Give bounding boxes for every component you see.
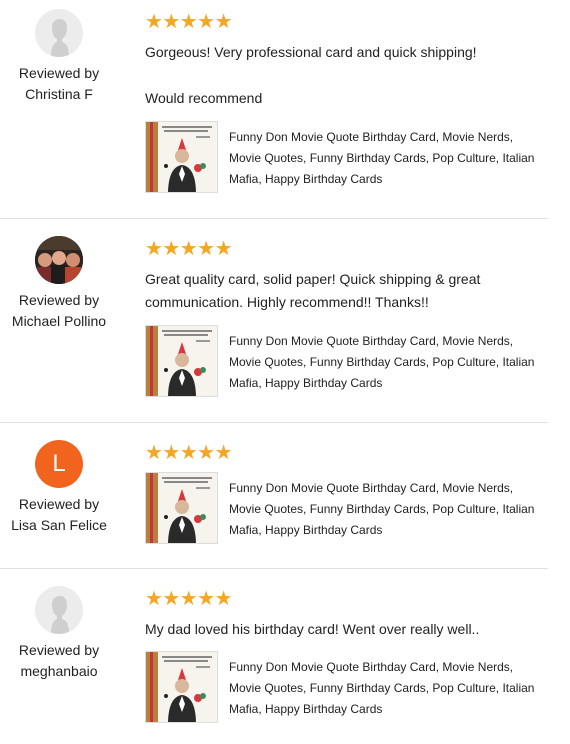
reviewer-caption: Reviewed by meghanbaio (0, 640, 118, 682)
reviewer-name[interactable]: Christina F (0, 84, 118, 105)
star-icon: ★ (145, 588, 163, 610)
review-item: Reviewed by Michael Pollino ★ ★ ★ ★ ★ Gr… (0, 219, 548, 422)
listing-title[interactable]: Funny Don Movie Quote Birthday Card, Mov… (229, 331, 547, 394)
listing-link[interactable]: Funny Don Movie Quote Birthday Card, Mov… (145, 121, 545, 193)
reviewer-caption: Reviewed by Michael Pollino (0, 290, 118, 332)
reviewed-by-label: Reviewed by (18, 496, 100, 512)
star-icon: ★ (179, 11, 198, 33)
listing-thumbnail[interactable] (145, 472, 218, 544)
star-rating: ★ ★ ★ ★ ★ (145, 442, 233, 464)
listing-thumbnail[interactable] (145, 121, 218, 193)
star-icon: ★ (162, 11, 181, 33)
star-icon: ★ (214, 238, 233, 260)
star-icon: ★ (197, 238, 216, 260)
star-rating: ★ ★ ★ ★ ★ (145, 238, 233, 260)
reviewer-name[interactable]: meghanbaio (0, 661, 118, 682)
letter-avatar[interactable]: L (35, 440, 83, 488)
review-text: Gorgeous! Very professional card and qui… (145, 44, 477, 60)
review-text: Would recommend (145, 90, 263, 106)
star-rating: ★ ★ ★ ★ ★ (145, 588, 233, 610)
listing-title[interactable]: Funny Don Movie Quote Birthday Card, Mov… (229, 657, 547, 720)
listing-title[interactable]: Funny Don Movie Quote Birthday Card, Mov… (229, 478, 547, 541)
star-icon: ★ (214, 442, 233, 464)
star-icon: ★ (145, 11, 163, 33)
listing-title[interactable]: Funny Don Movie Quote Birthday Card, Mov… (229, 127, 547, 190)
reviewed-by-label: Reviewed by (18, 65, 100, 81)
star-icon: ★ (179, 238, 198, 260)
star-rating: ★ ★ ★ ★ ★ (145, 11, 233, 33)
default-avatar-icon[interactable] (35, 586, 83, 634)
star-icon: ★ (197, 442, 216, 464)
review-item: Reviewed by Christina F ★ ★ ★ ★ ★ Gorgeo… (0, 0, 548, 218)
star-icon: ★ (179, 588, 198, 610)
reviewer-name[interactable]: Lisa San Felice (0, 515, 118, 536)
review-item: L Reviewed by Lisa San Felice ★ ★ ★ ★ ★ (0, 423, 548, 568)
reviewer-name[interactable]: Michael Pollino (0, 311, 118, 332)
default-avatar-icon[interactable] (35, 9, 83, 57)
reviewed-by-label: Reviewed by (18, 292, 100, 308)
listing-link[interactable]: Funny Don Movie Quote Birthday Card, Mov… (145, 651, 545, 723)
listing-link[interactable]: Funny Don Movie Quote Birthday Card, Mov… (145, 325, 545, 397)
reviewer-caption: Reviewed by Lisa San Felice (0, 494, 118, 536)
star-icon: ★ (162, 238, 181, 260)
star-icon: ★ (197, 11, 216, 33)
listing-thumbnail[interactable] (145, 651, 218, 723)
review-text: My dad loved his birthday card! Went ove… (145, 621, 480, 637)
review-text: Great quality card, solid paper! Quick s… (145, 271, 481, 310)
star-icon: ★ (214, 588, 233, 610)
star-icon: ★ (179, 442, 198, 464)
star-icon: ★ (145, 238, 163, 260)
reviewer-caption: Reviewed by Christina F (0, 63, 118, 105)
reviewed-by-label: Reviewed by (18, 642, 100, 658)
star-icon: ★ (197, 588, 216, 610)
listing-thumbnail[interactable] (145, 325, 218, 397)
star-icon: ★ (162, 588, 181, 610)
review-item: Reviewed by meghanbaio ★ ★ ★ ★ ★ My dad … (0, 569, 548, 744)
listing-link[interactable]: Funny Don Movie Quote Birthday Card, Mov… (145, 472, 545, 544)
star-icon: ★ (214, 11, 233, 33)
star-icon: ★ (145, 442, 163, 464)
star-icon: ★ (162, 442, 181, 464)
reviewer-photo-avatar[interactable] (35, 236, 83, 284)
